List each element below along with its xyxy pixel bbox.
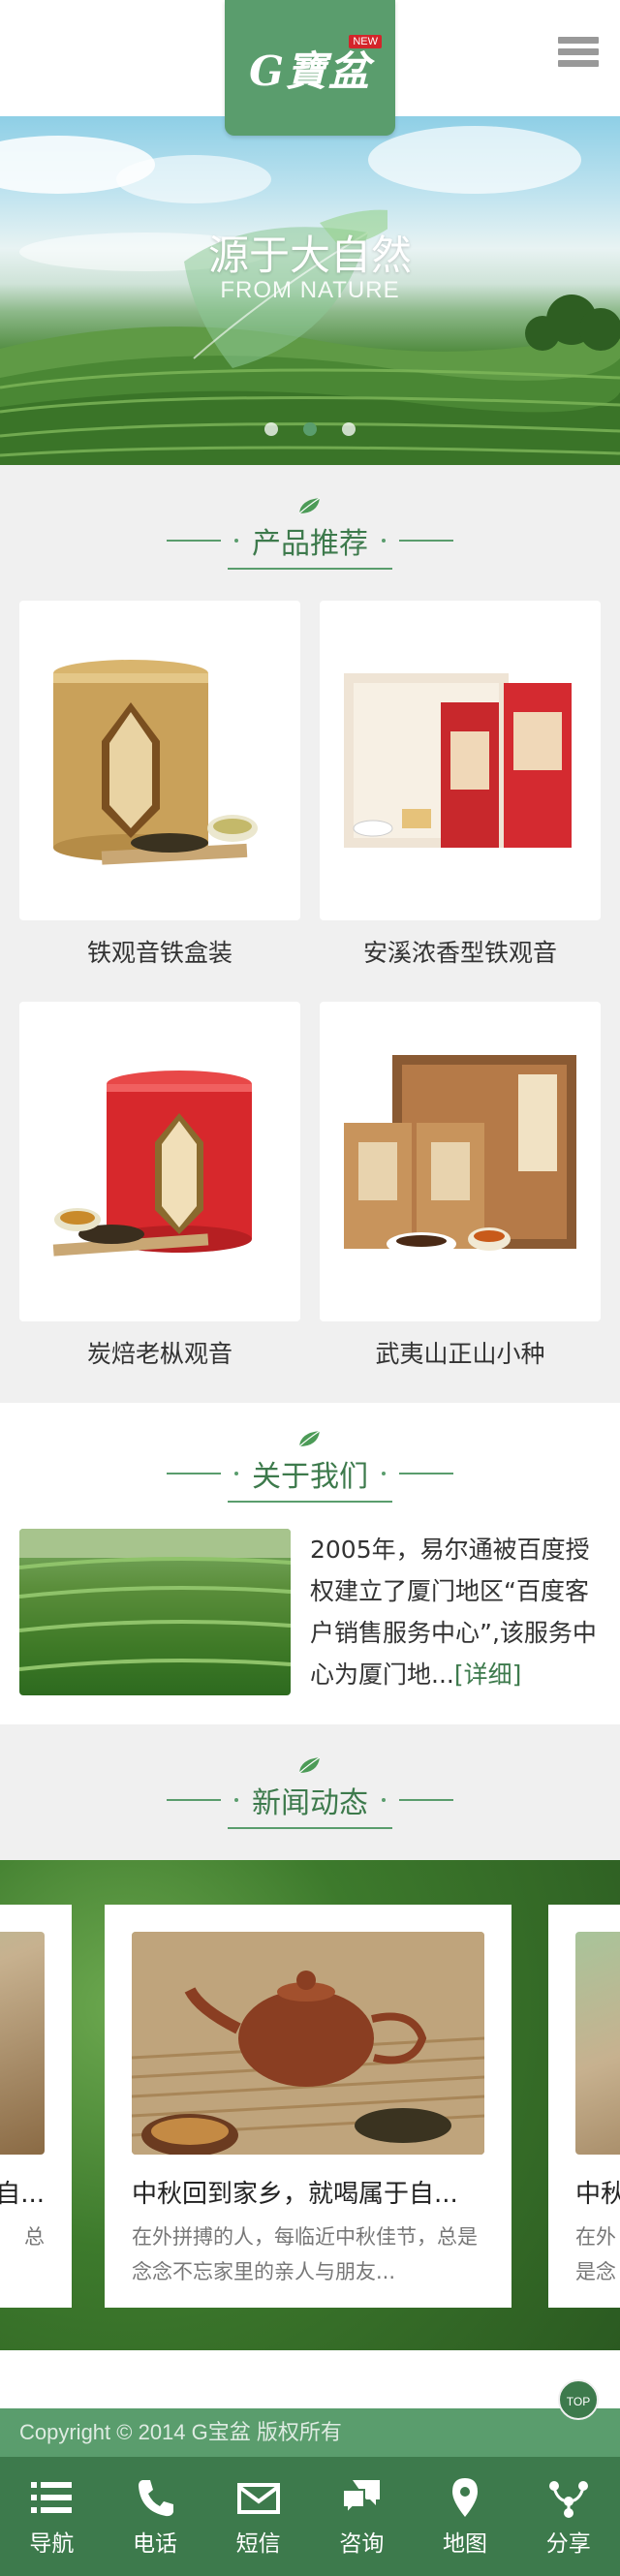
- leaf-icon: [298, 1430, 321, 1447]
- nav-label: 分享: [545, 2530, 591, 2557]
- share-icon: [548, 2480, 588, 2518]
- nav-label: 咨询: [339, 2530, 385, 2557]
- product-name[interactable]: 武夷山正山小种: [320, 1321, 601, 1383]
- footer-spacer: [0, 2350, 620, 2408]
- bottom-nav: 导航 电话 短信 咨询 地图 分享: [0, 2457, 620, 2576]
- news-image: [0, 1932, 45, 2155]
- section-heading: 产品推荐: [0, 465, 620, 601]
- back-to-top-button[interactable]: TOP: [558, 2379, 599, 2420]
- news-card[interactable]: 自... 总: [0, 1905, 72, 2308]
- nav-label: 导航: [29, 2530, 75, 2557]
- section-title: 新闻动态: [252, 1786, 368, 1820]
- product-name[interactable]: 炭焙老枞观音: [19, 1321, 300, 1383]
- section-title: 产品推荐: [252, 527, 368, 561]
- section-heading: 新闻动态: [0, 1724, 620, 1860]
- nav-item-consult[interactable]: 咨询: [310, 2457, 414, 2576]
- product-image[interactable]: [19, 601, 300, 920]
- section-title: 关于我们: [252, 1460, 368, 1494]
- logo-new-badge: NEW: [349, 35, 382, 48]
- nav-label: 短信: [235, 2530, 281, 2557]
- leaf-icon: [298, 497, 321, 514]
- nav-item-guide[interactable]: 导航: [0, 2457, 104, 2576]
- list-icon: [31, 2481, 73, 2513]
- copyright-text: Copyright © 2014 G宝盆 版权所有: [19, 2420, 342, 2444]
- nav-item-phone[interactable]: 电话: [104, 2457, 207, 2576]
- menu-icon[interactable]: [558, 37, 599, 74]
- product-card[interactable]: 安溪浓香型铁观音: [320, 601, 601, 982]
- carousel-dots: [0, 422, 620, 436]
- news-carousel[interactable]: 自... 总 中秋回到家乡，就喝属于自... 在外拼搏的人，每临近中秋佳节，总是…: [0, 1860, 620, 2350]
- carousel-dot[interactable]: [342, 422, 356, 436]
- news-title[interactable]: 中秋: [575, 2174, 620, 2210]
- nav-item-map[interactable]: 地图: [414, 2457, 517, 2576]
- news-image: [575, 1932, 620, 2155]
- product-image[interactable]: [19, 1002, 300, 1321]
- logo[interactable]: G寶盆 NEW: [225, 0, 395, 136]
- nav-item-share[interactable]: 分享: [516, 2457, 620, 2576]
- news-image[interactable]: [132, 1932, 484, 2155]
- header: G寶盆 NEW: [0, 0, 620, 136]
- copyright-bar: Copyright © 2014 G宝盆 版权所有 TOP: [0, 2379, 620, 2457]
- leaf-icon: [298, 1756, 321, 1774]
- news-section: 新闻动态 自... 总 中秋回到家乡，就喝属于自... 在外拼搏的人，每临近中秋…: [0, 1724, 620, 2350]
- section-heading: 关于我们: [0, 1403, 620, 1529]
- product-name[interactable]: 铁观音铁盒装: [19, 920, 300, 982]
- chat-icon: [342, 2479, 381, 2515]
- nav-item-sms[interactable]: 短信: [206, 2457, 310, 2576]
- banner-subtitle: FROM NATURE: [220, 277, 400, 303]
- product-name[interactable]: 安溪浓香型铁观音: [320, 920, 601, 982]
- news-title[interactable]: 自...: [0, 2174, 45, 2210]
- nav-label: 地图: [443, 2530, 488, 2557]
- about-section: 关于我们 2005年，易尔通被百度授权建立了厦门地区“百度客户销售服务中心”,该…: [0, 1403, 620, 1724]
- about-image[interactable]: [19, 1529, 291, 1695]
- news-desc: 总: [24, 2225, 45, 2249]
- banner-title: 源于大自然: [207, 232, 412, 279]
- product-card[interactable]: 炭焙老枞观音: [19, 1002, 300, 1383]
- product-card[interactable]: 铁观音铁盒装: [19, 601, 300, 982]
- mail-icon: [236, 2482, 280, 2514]
- product-image[interactable]: [320, 601, 601, 920]
- hero-banner[interactable]: 源于大自然 FROM NATURE: [0, 116, 620, 465]
- news-desc: 在外拼搏的人，每临近中秋佳节，总是念念不忘家里的亲人与朋友...: [132, 2225, 478, 2283]
- carousel-dot-active[interactable]: [303, 422, 317, 436]
- product-card[interactable]: 武夷山正山小种: [320, 1002, 601, 1383]
- products-section: 产品推荐 铁观音铁盒装 安溪浓香型铁观音 炭焙老枞观音 武夷山正山小种: [0, 465, 620, 1403]
- product-image[interactable]: [320, 1002, 601, 1321]
- map-pin-icon: [452, 2477, 479, 2517]
- nav-label: 电话: [133, 2530, 177, 2557]
- about-text: 2005年，易尔通被百度授权建立了厦门地区“百度客户销售服务中心”,该服务中心为…: [310, 1529, 601, 1695]
- news-desc: 在外是念: [575, 2225, 616, 2283]
- news-title[interactable]: 中秋回到家乡，就喝属于自...: [132, 2174, 484, 2210]
- carousel-dot[interactable]: [264, 422, 278, 436]
- about-more-link[interactable]: [详细]: [454, 1660, 522, 1689]
- news-card[interactable]: 中秋 在外是念: [548, 1905, 620, 2308]
- news-card[interactable]: 中秋回到家乡，就喝属于自... 在外拼搏的人，每临近中秋佳节，总是念念不忘家里的…: [105, 1905, 512, 2308]
- phone-icon: [139, 2479, 173, 2516]
